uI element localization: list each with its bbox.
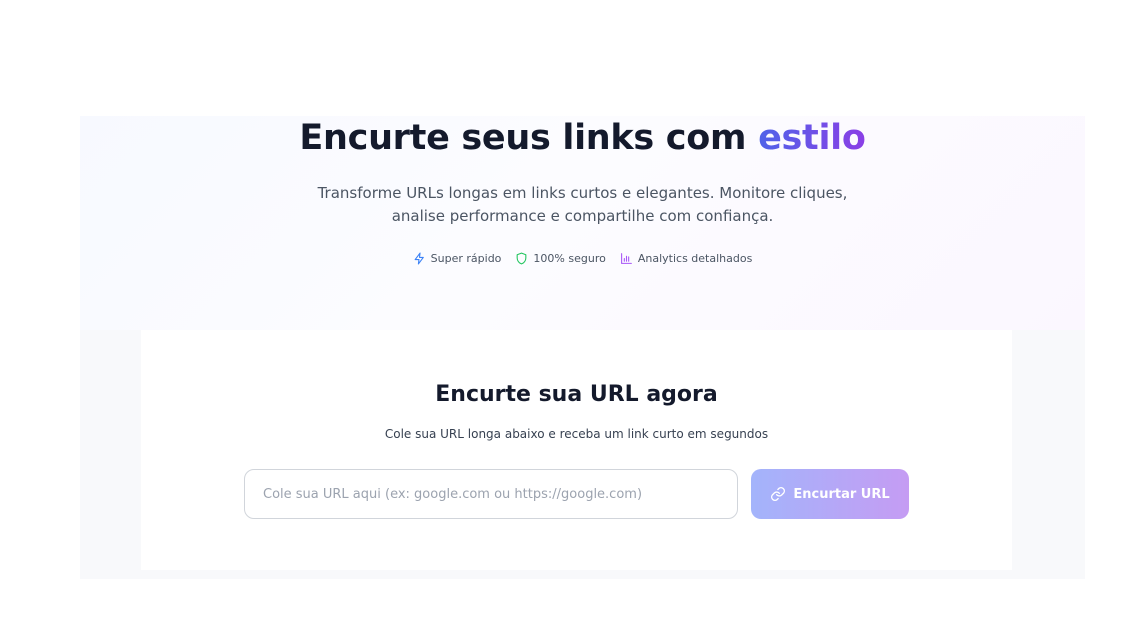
feature-analytics: Analytics detalhados: [620, 252, 752, 265]
hero-section: Encurte seus links com estilo Transforme…: [80, 116, 1085, 330]
feature-secure: 100% seguro: [515, 252, 606, 265]
feature-list: Super rápido 100% seguro Analytics detal…: [80, 252, 1085, 265]
bolt-icon: [414, 252, 424, 265]
hero-subtitle-line1: Transforme URLs longas em links curtos e…: [317, 184, 848, 202]
hero-title-main: Encurte seus links com: [299, 118, 759, 158]
shorten-url-button-label: Encurtar URL: [793, 486, 890, 502]
shortener-card: Encurte sua URL agora Cole sua URL longa…: [141, 330, 1012, 570]
shorten-url-button[interactable]: Encurtar URL: [751, 469, 909, 519]
feature-fast: Super rápido: [413, 252, 502, 265]
shortener-title: Encurte sua URL agora: [435, 382, 718, 407]
hero-subtitle-line2: analise performance e compartilhe com co…: [391, 207, 774, 225]
shield-icon: [517, 252, 527, 265]
hero-title-accent: estilo: [758, 118, 866, 158]
hero-subtitle: Transforme URLs longas em links curtos e…: [80, 182, 1085, 228]
feature-analytics-label: Analytics detalhados: [637, 252, 753, 265]
shortener-subtitle: Cole sua URL longa abaixo e receba um li…: [384, 427, 769, 441]
bar-chart-icon: [620, 253, 632, 264]
url-input[interactable]: [244, 469, 738, 519]
feature-secure-label: 100% seguro: [533, 252, 606, 265]
link-icon: [771, 487, 786, 501]
feature-fast-label: Super rápido: [430, 252, 502, 265]
hero-title: Encurte seus links com estilo: [80, 118, 1085, 158]
